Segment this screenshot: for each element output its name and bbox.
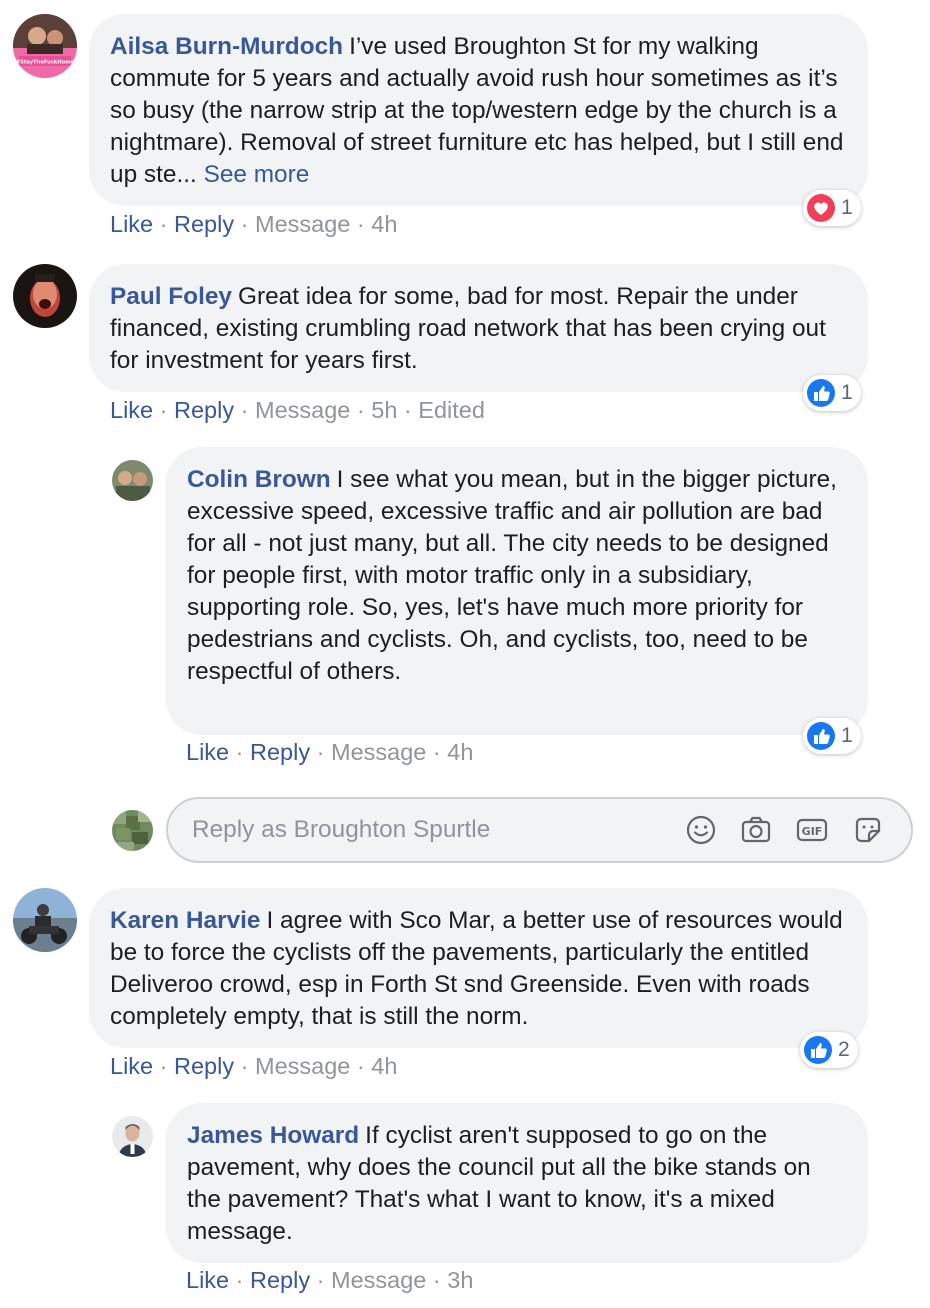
avatar-karen[interactable]: [13, 888, 77, 952]
edited-label[interactable]: Edited: [418, 397, 485, 423]
emoji-icon[interactable]: [684, 813, 718, 847]
camera-icon[interactable]: [739, 813, 773, 847]
comment-text: I see what you mean, but in the bigger p…: [187, 466, 837, 685]
reaction-count: 1: [841, 196, 853, 219]
like-reaction-icon: [806, 721, 836, 751]
comment-actions: Like · Reply · Message · 4h: [186, 739, 474, 765]
comment-actions: Like · Reply · Message · 4h: [110, 211, 398, 237]
reply-input[interactable]: [192, 811, 662, 849]
avatar-broughton-spurtle: [112, 810, 153, 851]
love-reaction-icon: [806, 193, 836, 223]
like-link[interactable]: Like: [186, 739, 229, 765]
reply-link[interactable]: Reply: [174, 1053, 234, 1079]
message-link[interactable]: Message: [331, 739, 426, 765]
message-link[interactable]: Message: [255, 397, 350, 423]
comment-bubble-ailsa: Ailsa Burn-Murdoch I’ve used Broughton St…: [89, 14, 868, 206]
like-link[interactable]: Like: [110, 397, 153, 423]
like-link[interactable]: Like: [110, 1053, 153, 1079]
reaction-count-badge[interactable]: 2: [800, 1032, 858, 1068]
comment-actions: Like · Reply · Message · 5h · Edited: [110, 397, 485, 423]
comment-author[interactable]: Karen Harvie: [110, 907, 261, 934]
gif-icon[interactable]: GIF: [795, 813, 829, 847]
comment-author[interactable]: Colin Brown: [187, 466, 331, 493]
comment-author[interactable]: James Howard: [187, 1122, 359, 1149]
svg-text:#StayTheFuckHome: #StayTheFuckHome: [16, 60, 75, 66]
comment-author[interactable]: Ailsa Burn-Murdoch: [110, 33, 343, 60]
comment-bubble-karen: Karen Harvie I agree with Sco Mar, a bett…: [89, 888, 868, 1048]
comment-bubble-paul: Paul Foley Great idea for some, bad for m…: [89, 264, 868, 392]
svg-text:GIF: GIF: [802, 825, 823, 838]
reaction-count-badge[interactable]: 1: [803, 718, 861, 754]
message-link[interactable]: Message: [255, 211, 350, 237]
comment-bubble-colin: Colin Brown I see what you mean, but in t…: [166, 447, 868, 735]
comment-author[interactable]: Paul Foley: [110, 283, 232, 310]
reply-link[interactable]: Reply: [250, 739, 310, 765]
comment-timestamp[interactable]: 4h: [371, 1053, 397, 1079]
avatar-james[interactable]: [112, 1116, 153, 1157]
message-link[interactable]: Message: [331, 1267, 426, 1293]
reaction-count: 1: [841, 381, 853, 404]
reaction-count-badge[interactable]: 1: [803, 375, 861, 411]
reply-link[interactable]: Reply: [250, 1267, 310, 1293]
see-more-link[interactable]: See more: [204, 161, 310, 188]
sticker-icon[interactable]: [851, 813, 885, 847]
like-link[interactable]: Like: [186, 1267, 229, 1293]
avatar-colin[interactable]: [112, 460, 153, 501]
reaction-count-badge[interactable]: 1: [803, 190, 861, 226]
like-reaction-icon: [806, 378, 836, 408]
comment-actions: Like · Reply · Message · 4h: [110, 1053, 398, 1079]
comment-timestamp[interactable]: 4h: [371, 211, 397, 237]
reply-link[interactable]: Reply: [174, 397, 234, 423]
reply-composer: GIF: [166, 797, 913, 863]
message-link[interactable]: Message: [255, 1053, 350, 1079]
like-reaction-icon: [803, 1035, 833, 1065]
comment-timestamp[interactable]: 4h: [447, 739, 473, 765]
comment-timestamp[interactable]: 5h: [371, 397, 397, 423]
reaction-count: 2: [838, 1038, 850, 1061]
like-link[interactable]: Like: [110, 211, 153, 237]
comment-actions: Like · Reply · Message · 3h: [186, 1267, 474, 1293]
avatar-ailsa[interactable]: #StayTheFuckHome: [13, 14, 77, 78]
avatar-paul[interactable]: [13, 264, 77, 328]
comment-timestamp[interactable]: 3h: [447, 1267, 473, 1293]
reaction-count: 1: [841, 724, 853, 747]
reply-link[interactable]: Reply: [174, 211, 234, 237]
comment-bubble-james: James Howard If cyclist aren't supposed t…: [166, 1103, 868, 1263]
